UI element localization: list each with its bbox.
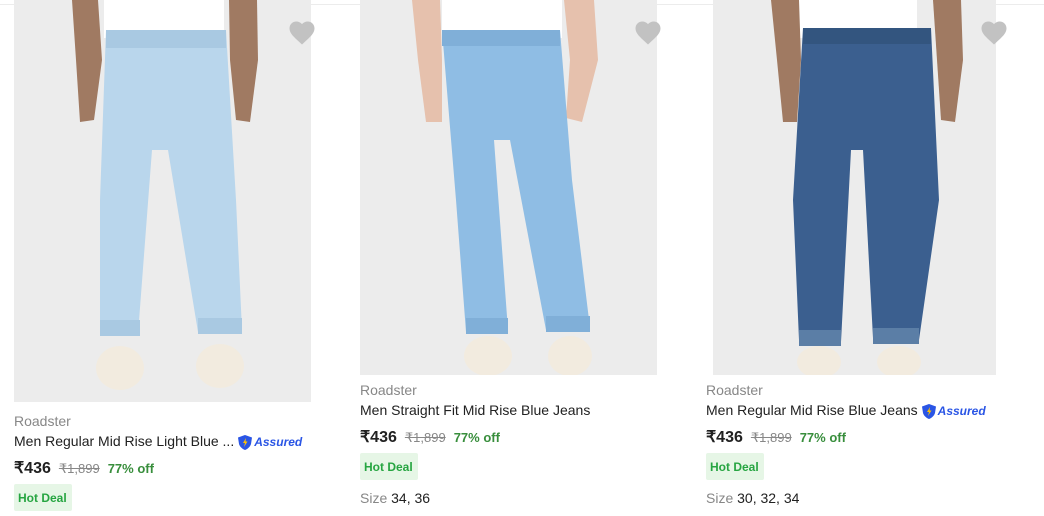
- mrp: ₹1,899: [750, 430, 792, 445]
- hot-deal-badge: Hot Deal: [706, 453, 764, 480]
- assured-label: Assured: [937, 404, 986, 419]
- assured-badge: Assured: [921, 403, 986, 420]
- wishlist-heart-icon[interactable]: [287, 18, 317, 46]
- product-brand: Roadster: [360, 382, 417, 398]
- product-title[interactable]: Men Regular Mid Rise Blue Jeans Assured: [706, 402, 986, 420]
- price: ₹436: [360, 429, 397, 446]
- discount: 77% off: [453, 430, 500, 445]
- product-title-text[interactable]: Men Regular Mid Rise Light Blue ...: [14, 433, 234, 449]
- price-row: ₹436 ₹1,899 77% off: [14, 458, 154, 478]
- size-label: Size: [360, 490, 388, 506]
- size-info: Size 30, 32, 34: [706, 490, 799, 506]
- discount: 77% off: [799, 430, 846, 445]
- product-image[interactable]: [713, 0, 996, 375]
- product-title-text[interactable]: Men Regular Mid Rise Blue Jeans: [706, 402, 918, 418]
- product-image[interactable]: [14, 0, 311, 402]
- product-card[interactable]: Roadster Men Regular Mid Rise Blue Jeans…: [706, 0, 1013, 516]
- assured-badge: Assured: [237, 434, 302, 451]
- hot-deal-badge: Hot Deal: [14, 484, 72, 511]
- assured-shield-icon: [921, 403, 936, 419]
- price: ₹436: [14, 460, 51, 477]
- product-title[interactable]: Men Straight Fit Mid Rise Blue Jeans: [360, 402, 590, 418]
- size-values: 34, 36: [391, 490, 431, 506]
- size-info: Size 34, 36: [360, 490, 430, 506]
- price-row: ₹436 ₹1,899 77% off: [706, 427, 846, 447]
- size-values: 30, 32, 34: [737, 490, 800, 506]
- size-label: Size: [706, 490, 734, 506]
- hot-deal-badge: Hot Deal: [360, 453, 418, 480]
- mrp: ₹1,899: [404, 430, 446, 445]
- product-brand: Roadster: [706, 382, 763, 398]
- wishlist-heart-icon[interactable]: [633, 18, 663, 46]
- assured-label: Assured: [254, 435, 303, 450]
- product-title[interactable]: Men Regular Mid Rise Light Blue ... Assur…: [14, 433, 302, 451]
- product-card[interactable]: Roadster Men Regular Mid Rise Light Blue…: [14, 0, 317, 516]
- wishlist-heart-icon[interactable]: [979, 18, 1009, 46]
- product-image[interactable]: [360, 0, 657, 375]
- assured-shield-icon: [238, 434, 253, 450]
- product-card[interactable]: Roadster Men Straight Fit Mid Rise Blue …: [360, 0, 663, 516]
- mrp: ₹1,899: [58, 461, 100, 476]
- product-brand: Roadster: [14, 413, 71, 429]
- price-row: ₹436 ₹1,899 77% off: [360, 427, 500, 447]
- discount: 77% off: [107, 461, 154, 476]
- price: ₹436: [706, 429, 743, 446]
